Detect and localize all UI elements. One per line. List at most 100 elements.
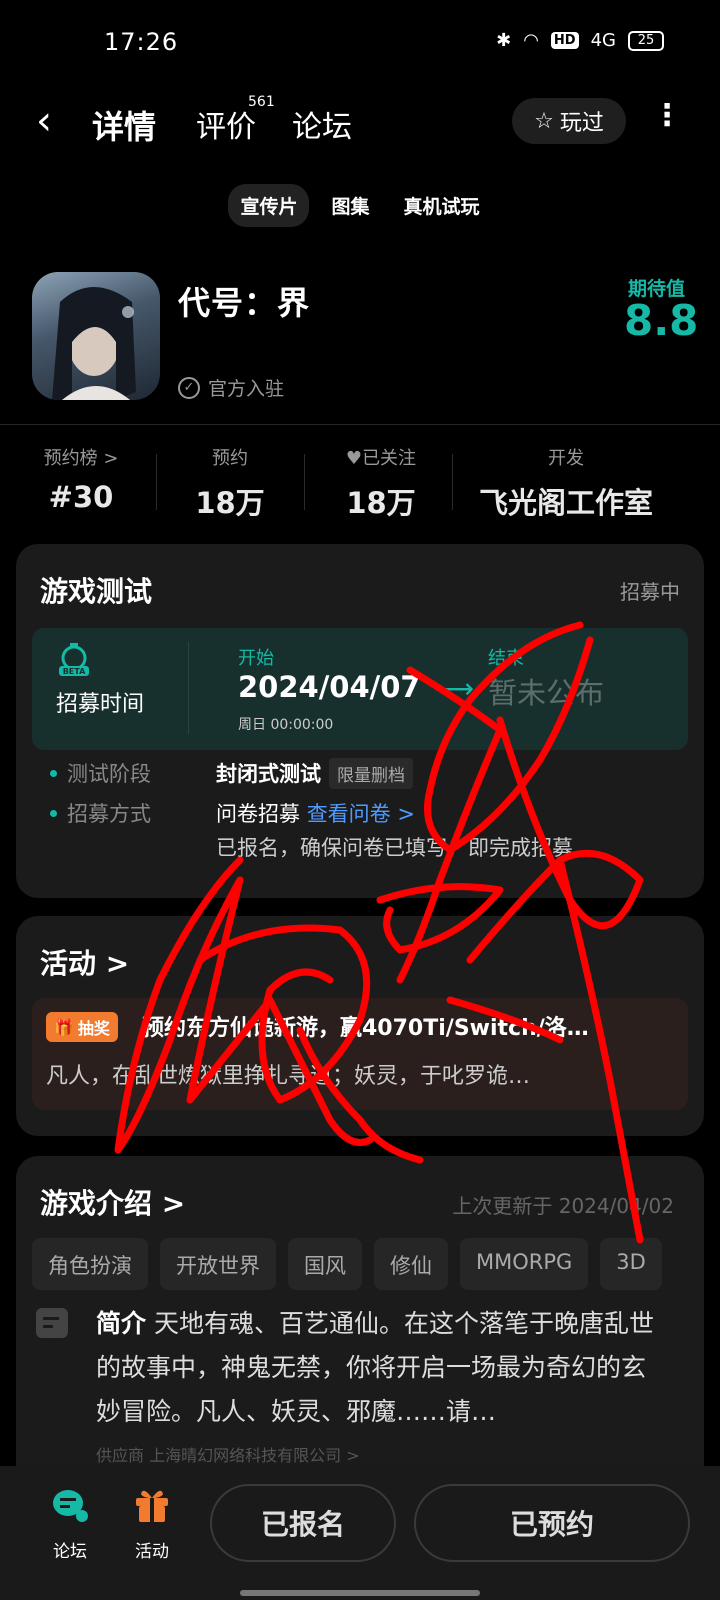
stat-developer[interactable]: 开发 飞光阁工作室 [466, 444, 666, 522]
official-badge: ✓ 官方入驻 [178, 374, 284, 401]
star-icon: ☆ [534, 108, 554, 134]
phase-row-label: 测试阶段 [50, 758, 151, 788]
forum-tab[interactable]: 论坛 [40, 1486, 100, 1562]
tab-reviews-label: 评价 [196, 110, 256, 145]
heart-icon: ♥ [345, 448, 363, 469]
activity-desc: 凡人，在乱世炼狱里挣扎寻道；妖灵，于叱罗诡… [46, 1064, 531, 1089]
genre-tag[interactable]: 3D [600, 1238, 662, 1290]
tab-reviews[interactable]: 评价 561 [196, 94, 275, 146]
game-title: 代号：界 [178, 284, 311, 322]
phase-value: 封闭式测试 [216, 762, 321, 786]
expect-score: 8.8 [624, 296, 699, 345]
end-label: 结束 [488, 648, 524, 669]
svg-text:BETA: BETA [63, 667, 86, 676]
stat-reservations-value: 18万 [195, 486, 265, 520]
stat-followers[interactable]: ♥已关注 18万 [326, 444, 436, 522]
genre-tag[interactable]: 国风 [288, 1238, 362, 1290]
recruit-time-box: BETA 招募时间 开始 2024/04/07 周日 00:00:00 ⟶ 结束… [32, 628, 688, 750]
activity-item[interactable]: 🎁 抽奖 预约东方仙诡新游，赢4070Ti/Switch/洛… 凡人，在乱世炼狱里… [32, 998, 688, 1110]
more-options-icon[interactable]: ⋮ [652, 98, 682, 133]
arrow-right-icon: ⟶ [434, 672, 475, 705]
bullet-dot [50, 809, 57, 817]
recruit-time-label: 招募时间 [56, 692, 145, 717]
phase-tag: 限量删档 [329, 758, 413, 789]
tab-detail[interactable]: 详情 [87, 102, 161, 148]
forum-icon [53, 1490, 88, 1522]
recruit-status: 招募中 [620, 580, 680, 604]
hd-icon: HD [550, 32, 579, 49]
stat-developer-label: 开发 [548, 448, 584, 469]
stat-ranking[interactable]: 预约榜 > #30 [36, 444, 126, 514]
official-label: 官方入驻 [208, 378, 285, 400]
supplier-link[interactable]: 供应商 上海晴幻网络科技有限公司 > [96, 1442, 360, 1466]
method-label: 招募方式 [67, 802, 151, 826]
genre-tags: 角色扮演 开放世界 国风 修仙 MMORPG 3D [32, 1238, 688, 1290]
tab-detail-label: 详情 [92, 108, 157, 146]
start-label: 开始 [238, 648, 274, 669]
activity-title[interactable]: 活动 > [40, 942, 129, 982]
stat-divider [452, 454, 453, 510]
gift-icon [136, 1490, 168, 1522]
recruit-divider [188, 642, 189, 734]
beta-timer-icon: BETA [59, 643, 89, 676]
played-label: 玩过 [559, 111, 604, 136]
stat-ranking-value: #30 [48, 480, 114, 514]
lottery-badge: 🎁 抽奖 [46, 1012, 118, 1042]
forum-tab-label: 论坛 [53, 1542, 87, 1562]
bullet-dot [50, 769, 57, 777]
reserved-button[interactable]: 已预约 [414, 1484, 690, 1562]
genre-tag[interactable]: 开放世界 [160, 1238, 276, 1290]
view-survey-link[interactable]: 查看问卷 > [307, 802, 415, 826]
media-tab-demo[interactable]: 真机试玩 [392, 184, 492, 227]
stat-followers-label: ♥已关注 [326, 444, 436, 470]
played-button[interactable]: ☆ 玩过 [512, 98, 626, 144]
genre-tag[interactable]: MMORPG [460, 1238, 589, 1290]
back-icon[interactable]: ‹ [36, 98, 52, 144]
media-tab-gallery[interactable]: 图集 [319, 184, 381, 227]
home-indicator[interactable] [240, 1590, 480, 1596]
intro-card: 游戏介绍 > 上次更新于 2024/04/02 角色扮演 开放世界 国风 修仙 … [16, 1156, 704, 1496]
battery-icon: 25 [628, 30, 664, 51]
media-tabs: 宣传片 图集 真机试玩 [0, 184, 720, 227]
game-test-title: 游戏测试 [40, 575, 153, 608]
tab-forum[interactable]: 论坛 [292, 102, 352, 146]
stat-reservations: 预约 18万 [180, 444, 280, 522]
start-date: 2024/04/07 [238, 670, 421, 704]
signed-up-button[interactable]: 已报名 [210, 1484, 396, 1562]
lottery-badge-label: 抽奖 [77, 1019, 110, 1038]
stat-divider [156, 454, 157, 510]
stat-followers-text: 已关注 [362, 448, 417, 469]
method-value: 问卷招募 [216, 802, 300, 826]
intro-label: 简介 [96, 1309, 147, 1338]
start-time: 周日 00:00:00 [238, 717, 334, 733]
genre-tag[interactable]: 修仙 [374, 1238, 448, 1290]
battery-level: 25 [637, 33, 655, 48]
status-icons: ✱ ◠ HD 4G 25 [496, 30, 664, 51]
bluetooth-icon: ✱ [496, 30, 512, 51]
activity-tab-label: 活动 [135, 1542, 169, 1562]
genre-tag[interactable]: 角色扮演 [32, 1238, 148, 1290]
intro-title[interactable]: 游戏介绍 > [40, 1182, 185, 1222]
check-circle-icon: ✓ [178, 376, 200, 399]
game-icon[interactable] [32, 272, 160, 400]
stat-reservations-label: 预约 [212, 448, 248, 469]
stat-followers-value: 18万 [346, 486, 416, 520]
gift-icon: 🎁 [54, 1017, 74, 1037]
activity-headline: 预约东方仙诡新游，赢4070Ti/Switch/洛… [142, 1016, 589, 1041]
activity-tab[interactable]: 活动 [122, 1486, 182, 1562]
status-time: 17:26 [104, 28, 179, 56]
network-icon: 4G [590, 30, 616, 51]
activity-card: 活动 > 🎁 抽奖 预约东方仙诡新游，赢4070Ti/Switch/洛… 凡人，在… [16, 916, 704, 1136]
intro-body: 天地有魂、百艺通仙。在这个落笔于晚唐乱世的故事中，神鬼无禁，你将开启一场最为奇幻… [96, 1309, 654, 1426]
wifi-icon: ◠ [523, 30, 539, 51]
status-bar: 17:26 ✱ ◠ HD 4G 25 [0, 0, 720, 90]
intro-text[interactable]: 简介 天地有魂、百艺通仙。在这个落笔于晚唐乱世的故事中，神鬼无禁，你将开启一场最… [96, 1302, 666, 1434]
document-icon [36, 1308, 68, 1338]
reviews-count: 561 [248, 94, 275, 110]
bottom-bar: 论坛 活动 已报名 已预约 [0, 1466, 720, 1600]
media-tab-trailer[interactable]: 宣传片 [228, 184, 310, 227]
stat-ranking-label: 预约榜 > [43, 448, 119, 469]
intro-updated: 上次更新于 2024/04/02 [452, 1194, 674, 1218]
divider [0, 424, 720, 425]
method-value-row: 问卷招募 查看问卷 > [216, 798, 415, 828]
